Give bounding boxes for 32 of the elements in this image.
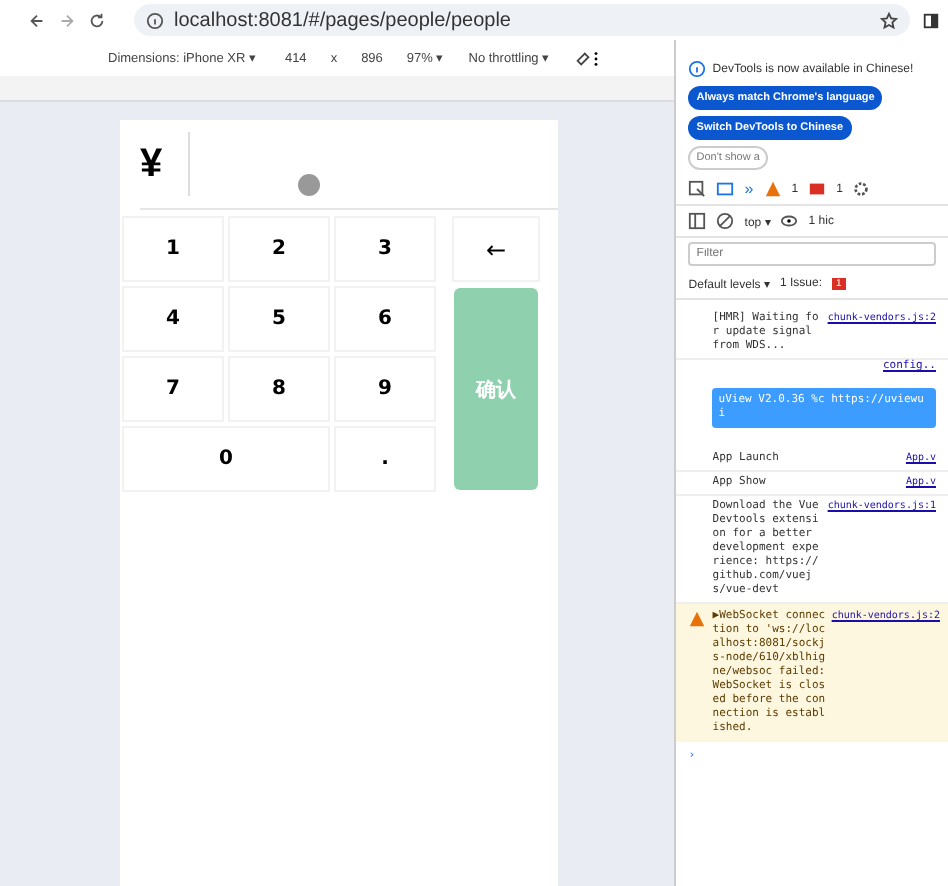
warning-icon [688, 610, 707, 628]
settings-icon[interactable] [852, 180, 871, 198]
info-icon [688, 60, 707, 78]
side-panel-icon[interactable] [922, 11, 940, 29]
star-icon[interactable] [880, 11, 898, 29]
back-icon[interactable] [28, 11, 46, 29]
reload-icon[interactable] [88, 11, 106, 29]
number-key[interactable]: 2 [230, 218, 328, 280]
number-key[interactable]: 8 [230, 358, 328, 420]
cursor-dot [298, 174, 320, 196]
number-key[interactable]: . [336, 428, 434, 490]
number-key[interactable]: 7 [124, 358, 222, 420]
backspace-key[interactable]: ← [454, 218, 538, 280]
warning-icon [763, 180, 782, 198]
number-key[interactable]: 0 [124, 428, 328, 490]
number-key[interactable]: 9 [336, 358, 434, 420]
error-icon [808, 180, 827, 198]
inspect-icon[interactable] [688, 180, 707, 198]
number-key[interactable]: 4 [124, 288, 222, 350]
more-tabs-button[interactable]: » [744, 180, 754, 198]
number-key[interactable]: 6 [336, 288, 434, 350]
number-key[interactable]: 5 [230, 288, 328, 350]
eye-icon[interactable] [780, 212, 799, 230]
address-bar[interactable]: localhost:8081/#/pages/people/people [134, 4, 910, 36]
sidebar-icon[interactable] [688, 212, 707, 230]
currency-symbol: ¥ [140, 141, 165, 187]
number-key[interactable]: 1 [124, 218, 222, 280]
info-icon [146, 11, 164, 29]
device-icon[interactable] [716, 180, 735, 198]
more-icon[interactable] [592, 49, 601, 67]
clear-icon[interactable] [716, 212, 735, 230]
number-key[interactable]: 3 [336, 218, 434, 280]
